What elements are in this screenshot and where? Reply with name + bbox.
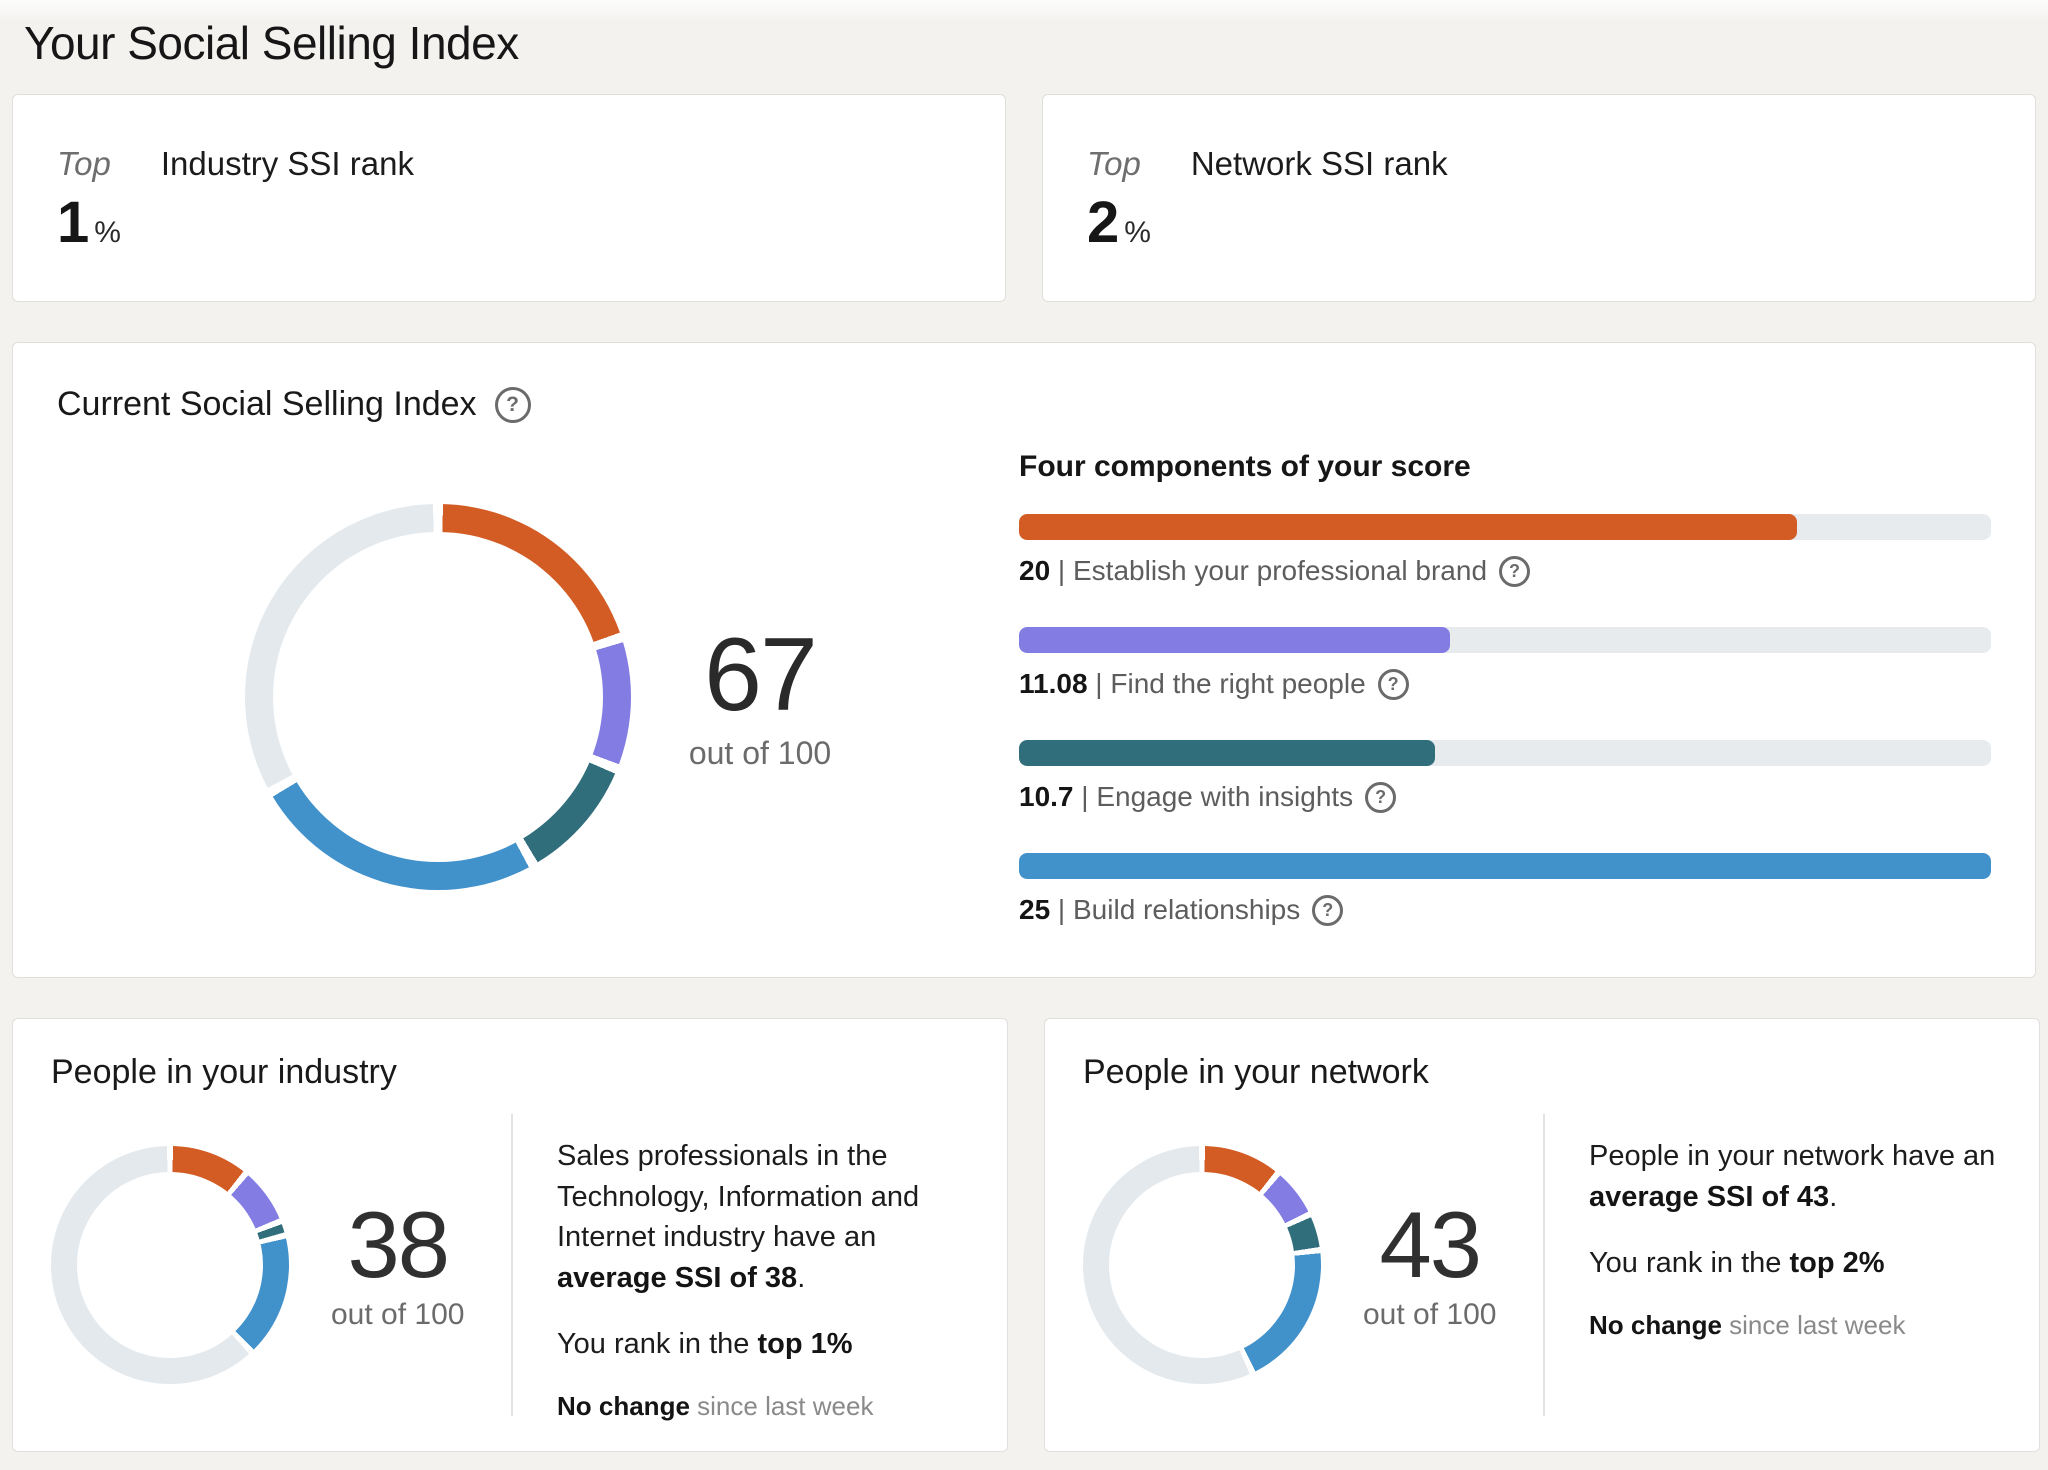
- help-icon[interactable]: ?: [1378, 669, 1409, 700]
- component-label: Find the right people: [1110, 668, 1365, 700]
- industry-rank-line: You rank in the top 1%: [557, 1328, 969, 1361]
- component-label-row: 25 | Build relationships?: [1019, 894, 1991, 926]
- ssi-donut-block: 67 out of 100: [57, 430, 1019, 926]
- rank-prefix: Top: [1087, 145, 1141, 183]
- component-label-row: 20 | Establish your professional brand?: [1019, 555, 1991, 587]
- component-row: 25 | Build relationships?: [1019, 853, 1991, 926]
- rank-card-title: Industry SSI rank: [161, 145, 414, 183]
- network-description: People in your network have an average S…: [1589, 1136, 2001, 1217]
- component-separator: |: [1050, 555, 1073, 587]
- current-ssi-title: Current Social Selling Index: [57, 385, 477, 424]
- industry-avg-score: 38: [331, 1198, 464, 1292]
- component-bar-fill: [1019, 740, 1435, 766]
- people-network-card: People in your network 43 out of 100 Peo…: [1044, 1018, 2040, 1452]
- components-heading: Four components of your score: [1019, 450, 1991, 484]
- component-bar-fill: [1019, 514, 1797, 540]
- page-title: Your Social Selling Index: [24, 14, 2036, 72]
- component-separator: |: [1050, 894, 1073, 926]
- ssi-score: 67: [689, 623, 831, 727]
- people-network-title: People in your network: [1083, 1053, 2001, 1092]
- component-row: 20 | Establish your professional brand?: [1019, 514, 1991, 587]
- rank-value: 1: [57, 191, 89, 255]
- donut-hole: [1109, 1172, 1295, 1358]
- industry-description: Sales professionals in the Technology, I…: [557, 1136, 969, 1298]
- component-bar-fill: [1019, 627, 1450, 653]
- component-label: Establish your professional brand: [1073, 555, 1487, 587]
- component-label: Engage with insights: [1096, 781, 1353, 813]
- component-bar-track: [1019, 627, 1991, 653]
- ssi-dashboard: Your Social Selling Index Top Industry S…: [0, 0, 2048, 1470]
- vertical-divider: [511, 1114, 513, 1416]
- network-avg-score: 43: [1363, 1198, 1496, 1292]
- component-bar-fill: [1019, 853, 1991, 879]
- help-icon[interactable]: ?: [1312, 895, 1343, 926]
- people-industry-card: People in your industry 38 out of 100 Sa…: [12, 1018, 1008, 1452]
- component-label: Build relationships: [1073, 894, 1300, 926]
- component-bar-track: [1019, 740, 1991, 766]
- network-rank-card: Top Network SSI rank 2 %: [1042, 94, 2036, 302]
- component-separator: |: [1088, 668, 1111, 700]
- component-row: 10.7 | Engage with insights?: [1019, 740, 1991, 813]
- component-value: 10.7: [1019, 781, 1074, 813]
- component-value: 11.08: [1019, 668, 1088, 700]
- help-icon[interactable]: ?: [1499, 556, 1530, 587]
- component-label-row: 11.08 | Find the right people?: [1019, 668, 1991, 700]
- industry-change-line: No change since last week: [557, 1391, 969, 1422]
- ssi-score-caption: out of 100: [689, 735, 831, 772]
- score-components-panel: Four components of your score 20 | Estab…: [1019, 430, 1991, 926]
- component-separator: |: [1074, 781, 1097, 813]
- donut-hole: [77, 1172, 263, 1358]
- network-score-caption: out of 100: [1363, 1298, 1496, 1332]
- network-rank-line: You rank in the top 2%: [1589, 1247, 2001, 1280]
- component-bar-track: [1019, 853, 1991, 879]
- help-icon[interactable]: ?: [495, 387, 531, 423]
- component-value: 25: [1019, 894, 1050, 926]
- vertical-divider: [1543, 1114, 1545, 1416]
- network-donut-chart: [1083, 1146, 1321, 1384]
- component-label-row: 10.7 | Engage with insights?: [1019, 781, 1991, 813]
- donut-hole: [273, 532, 603, 862]
- component-row: 11.08 | Find the right people?: [1019, 627, 1991, 700]
- people-cards-row: People in your industry 38 out of 100 Sa…: [12, 1018, 2036, 1452]
- rank-unit: %: [94, 216, 121, 250]
- current-ssi-card: Current Social Selling Index ? 67 out of…: [12, 342, 2036, 978]
- component-value: 20: [1019, 555, 1050, 587]
- components-list: 20 | Establish your professional brand?1…: [1019, 514, 1991, 926]
- people-industry-title: People in your industry: [51, 1053, 969, 1092]
- ssi-donut-chart: [245, 504, 631, 890]
- industry-rank-card: Top Industry SSI rank 1 %: [12, 94, 1006, 302]
- industry-score-caption: out of 100: [331, 1298, 464, 1332]
- help-icon[interactable]: ?: [1365, 782, 1396, 813]
- rank-cards-row: Top Industry SSI rank 1 % Top Network SS…: [12, 94, 2036, 302]
- network-change-line: No change since last week: [1589, 1310, 2001, 1341]
- rank-prefix: Top: [57, 145, 111, 183]
- component-bar-track: [1019, 514, 1991, 540]
- rank-card-title: Network SSI rank: [1191, 145, 1448, 183]
- rank-value: 2: [1087, 191, 1119, 255]
- rank-unit: %: [1124, 216, 1151, 250]
- industry-donut-chart: [51, 1146, 289, 1384]
